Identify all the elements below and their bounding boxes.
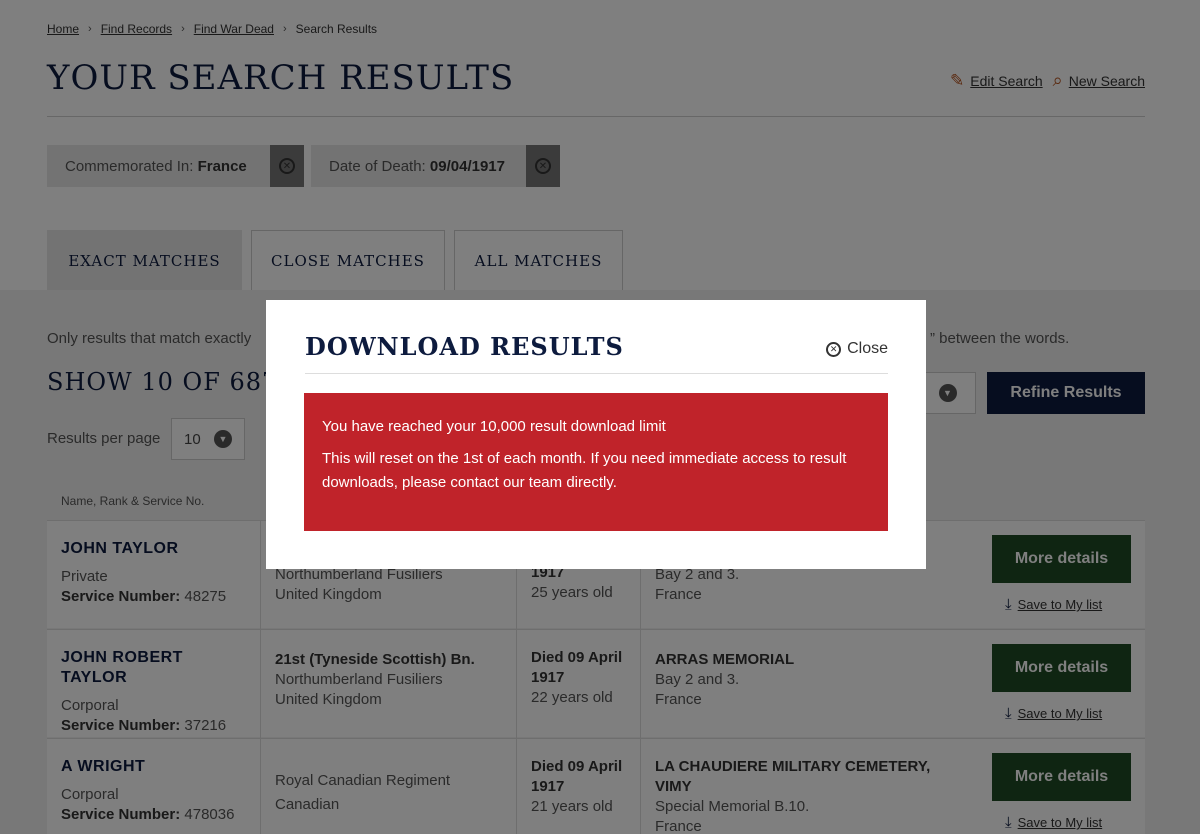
download-limit-alert: You have reached your 10,000 result down… xyxy=(304,393,888,531)
alert-detail: This will reset on the 1st of each month… xyxy=(322,450,847,491)
download-results-modal: DOWNLOAD RESULTS ✕ Close You have reache… xyxy=(266,300,926,569)
modal-title: DOWNLOAD RESULTS xyxy=(305,332,624,361)
alert-message: You have reached your 10,000 result down… xyxy=(322,418,666,435)
close-icon: ✕ xyxy=(826,341,842,357)
modal-close-button[interactable]: ✕ Close xyxy=(826,340,888,358)
close-label: Close xyxy=(847,340,888,357)
page: Home › Find Records › Find War Dead › Se… xyxy=(0,0,1200,834)
divider xyxy=(305,373,888,374)
